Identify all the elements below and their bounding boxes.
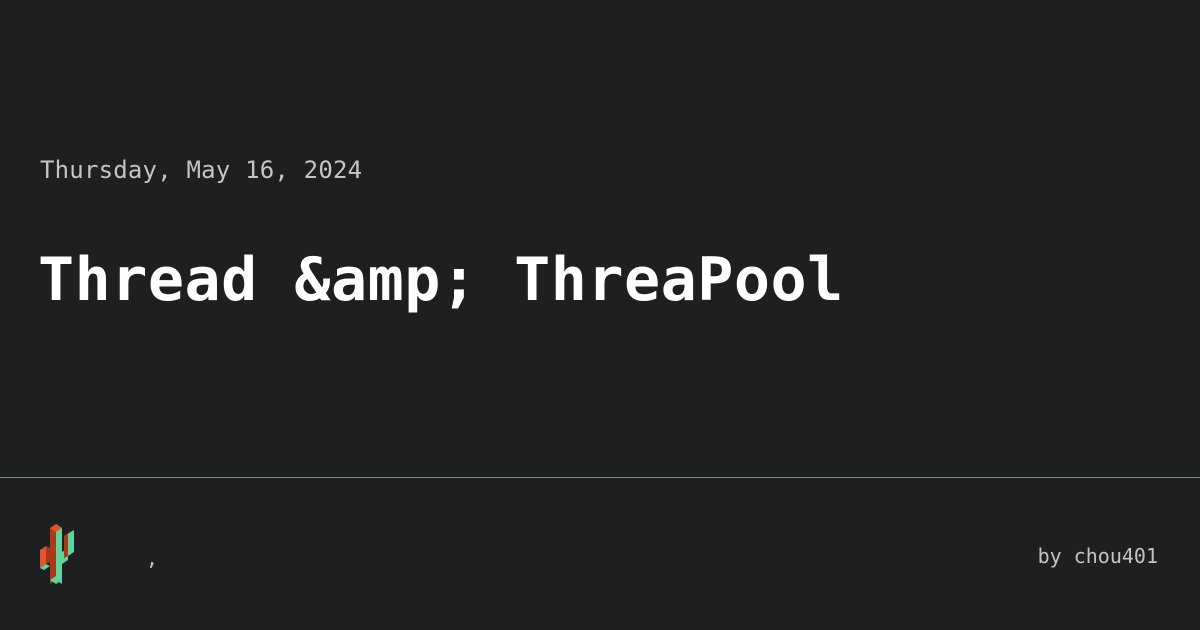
og-card: Thursday, May 16, 2024 Thread &amp; Thre… — [0, 0, 1200, 630]
post-title: Thread &amp; ThreaPool — [38, 245, 844, 315]
post-date: Thursday, May 16, 2024 — [40, 156, 363, 184]
footer-divider — [0, 477, 1200, 478]
cactus-logo-icon — [38, 522, 76, 586]
site-name: , — [146, 546, 159, 570]
post-author: by chou401 — [1037, 544, 1158, 568]
